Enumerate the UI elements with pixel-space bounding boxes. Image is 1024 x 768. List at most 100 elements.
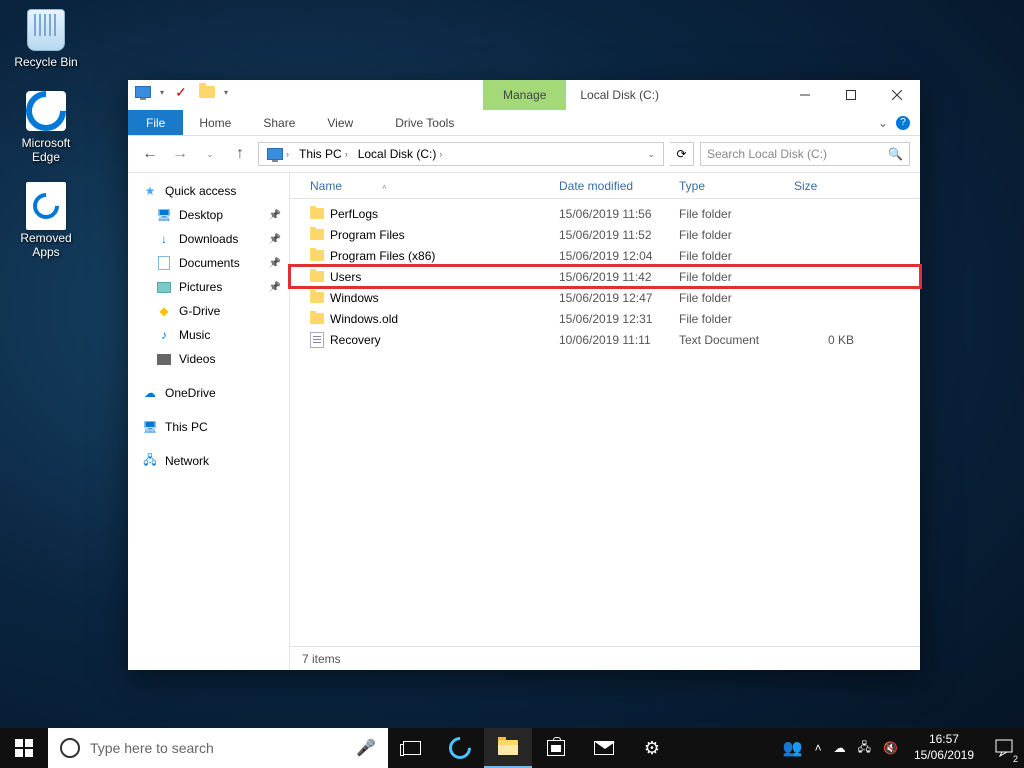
- file-date-cell: 15/06/2019 11:42: [559, 270, 679, 284]
- status-bar: 7 items: [290, 646, 920, 670]
- file-name-cell: Windows: [310, 291, 559, 305]
- qat-dropdown-icon[interactable]: ▾: [160, 88, 164, 97]
- tray-onedrive-icon[interactable]: ☁: [828, 728, 852, 768]
- sidebar-network[interactable]: 🖧Network: [128, 449, 289, 473]
- removed-apps-icon: [26, 182, 66, 230]
- qat-overflow-icon[interactable]: ▾: [224, 88, 228, 97]
- ribbon-tabs: File Home Share View Drive Tools ⌄ ?: [128, 110, 920, 136]
- file-name-cell: Users: [310, 270, 559, 284]
- taskbar-pinned: ⚙: [388, 728, 676, 768]
- file-row[interactable]: Program Files (x86)15/06/2019 12:04File …: [290, 245, 920, 266]
- sidebar-this-pc[interactable]: 🖥This PC: [128, 415, 289, 439]
- address-bar[interactable]: › This PC› Local Disk (C:)› ⌄: [258, 142, 664, 166]
- sidebar-item-music[interactable]: ♪Music: [128, 323, 289, 347]
- folder-icon: [310, 292, 324, 303]
- file-date-cell: 15/06/2019 11:56: [559, 207, 679, 221]
- column-headers: Name˄ Date modified Type Size: [290, 173, 920, 199]
- minimize-button[interactable]: [782, 80, 828, 110]
- tray-network-icon[interactable]: 🖧: [852, 728, 877, 768]
- tray-overflow-icon[interactable]: ˄: [809, 728, 828, 768]
- file-list: PerfLogs15/06/2019 11:56File folderProgr…: [290, 199, 920, 646]
- file-row[interactable]: Users15/06/2019 11:42File folder: [290, 266, 920, 287]
- file-size-cell: 0 KB: [794, 333, 854, 347]
- mic-icon[interactable]: 🎤: [356, 738, 376, 758]
- sidebar-quick-access[interactable]: ★Quick access: [128, 179, 289, 203]
- file-row[interactable]: Windows15/06/2019 12:47File folder: [290, 287, 920, 308]
- breadcrumb-this-pc[interactable]: This PC›: [295, 147, 352, 161]
- start-button[interactable]: [0, 728, 48, 768]
- maximize-button[interactable]: [828, 80, 874, 110]
- window-title: Local Disk (C:): [580, 88, 659, 102]
- column-header-size[interactable]: Size: [794, 179, 854, 193]
- sidebar-item-desktop[interactable]: 🖥Desktop: [128, 203, 289, 227]
- file-row[interactable]: PerfLogs15/06/2019 11:56File folder: [290, 203, 920, 224]
- desktop-icon-recycle-bin[interactable]: Recycle Bin: [8, 8, 84, 69]
- file-type-cell: File folder: [679, 249, 794, 263]
- task-view-button[interactable]: [388, 728, 436, 768]
- sidebar-onedrive[interactable]: ☁OneDrive: [128, 381, 289, 405]
- breadcrumb-pc-icon[interactable]: ›: [263, 148, 293, 160]
- close-button[interactable]: [874, 80, 920, 110]
- recycle-bin-icon: [27, 9, 65, 51]
- refresh-button[interactable]: ⟳: [670, 142, 694, 166]
- tab-file[interactable]: File: [128, 110, 183, 135]
- qat-properties-icon[interactable]: [134, 83, 152, 101]
- nav-back-button[interactable]: ←: [138, 142, 162, 166]
- file-row[interactable]: Recovery10/06/2019 11:11Text Document0 K…: [290, 329, 920, 350]
- desktop-icon-label: Removed Apps: [8, 231, 84, 259]
- tray-volume-icon[interactable]: 🔇: [877, 728, 904, 768]
- title-area: Manage Local Disk (C:): [483, 80, 790, 110]
- nav-forward-button[interactable]: →: [168, 142, 192, 166]
- sidebar-item-videos[interactable]: Videos: [128, 347, 289, 371]
- cortana-icon: [60, 738, 80, 758]
- tab-drive-tools[interactable]: Drive Tools: [379, 110, 470, 135]
- taskbar-edge[interactable]: [436, 728, 484, 768]
- help-icon[interactable]: ?: [896, 116, 910, 130]
- manage-contextual-tab[interactable]: Manage: [483, 80, 566, 110]
- tray-clock[interactable]: 16:57 15/06/2019: [904, 728, 984, 768]
- window-controls: [782, 80, 920, 110]
- tray-notifications[interactable]: 2: [984, 728, 1024, 768]
- column-header-date[interactable]: Date modified: [559, 179, 679, 193]
- file-type-cell: File folder: [679, 291, 794, 305]
- tab-share[interactable]: Share: [247, 110, 311, 135]
- nav-recent-dropdown[interactable]: ⌄: [198, 142, 222, 166]
- breadcrumb-drive[interactable]: Local Disk (C:)›: [354, 147, 447, 161]
- column-header-type[interactable]: Type: [679, 179, 794, 193]
- sidebar-item-documents[interactable]: Documents: [128, 251, 289, 275]
- search-icon: 🔍: [888, 147, 903, 161]
- file-row[interactable]: Program Files15/06/2019 11:52File folder: [290, 224, 920, 245]
- file-row[interactable]: Windows.old15/06/2019 12:31File folder: [290, 308, 920, 329]
- taskbar-search[interactable]: Type here to search 🎤: [48, 728, 388, 768]
- desktop-icon-removed-apps[interactable]: Removed Apps: [8, 184, 84, 259]
- sidebar-item-pictures[interactable]: Pictures: [128, 275, 289, 299]
- text-file-icon: [310, 332, 324, 348]
- taskbar-settings[interactable]: ⚙: [628, 728, 676, 768]
- qat-newfolder-icon[interactable]: [198, 83, 216, 101]
- taskbar-store[interactable]: [532, 728, 580, 768]
- tab-view[interactable]: View: [311, 110, 369, 135]
- search-input[interactable]: Search Local Disk (C:) 🔍: [700, 142, 910, 166]
- search-placeholder: Search Local Disk (C:): [707, 147, 888, 161]
- desktop-icons: Recycle Bin Microsoft Edge Removed Apps: [8, 8, 84, 259]
- address-bar-row: ← → ⌄ ↑ › This PC› Local Disk (C:)› ⌄ ⟳ …: [128, 136, 920, 172]
- folder-icon: [310, 250, 324, 261]
- taskbar-explorer[interactable]: [484, 728, 532, 768]
- sidebar-item-gdrive[interactable]: ◆G-Drive: [128, 299, 289, 323]
- taskbar-mail[interactable]: [580, 728, 628, 768]
- address-dropdown-icon[interactable]: ⌄: [643, 149, 659, 160]
- column-header-name[interactable]: Name˄: [310, 179, 559, 193]
- tray-people-icon[interactable]: 👥: [777, 728, 809, 768]
- file-date-cell: 15/06/2019 12:47: [559, 291, 679, 305]
- sidebar-item-downloads[interactable]: ↓Downloads: [128, 227, 289, 251]
- ribbon-expand-icon[interactable]: ⌄: [878, 116, 888, 130]
- desktop-icon-edge[interactable]: Microsoft Edge: [8, 89, 84, 164]
- notif-badge: 2: [1013, 754, 1018, 764]
- file-name-cell: PerfLogs: [310, 207, 559, 221]
- file-name-cell: Windows.old: [310, 312, 559, 326]
- nav-up-button[interactable]: ↑: [228, 142, 252, 166]
- status-item-count: 7 items: [302, 652, 341, 666]
- qat-check-icon[interactable]: ✓: [172, 83, 190, 101]
- tab-home[interactable]: Home: [183, 110, 247, 135]
- file-explorer-window: ▾ ✓ ▾ Manage Local Disk (C:) File Home S…: [128, 80, 920, 670]
